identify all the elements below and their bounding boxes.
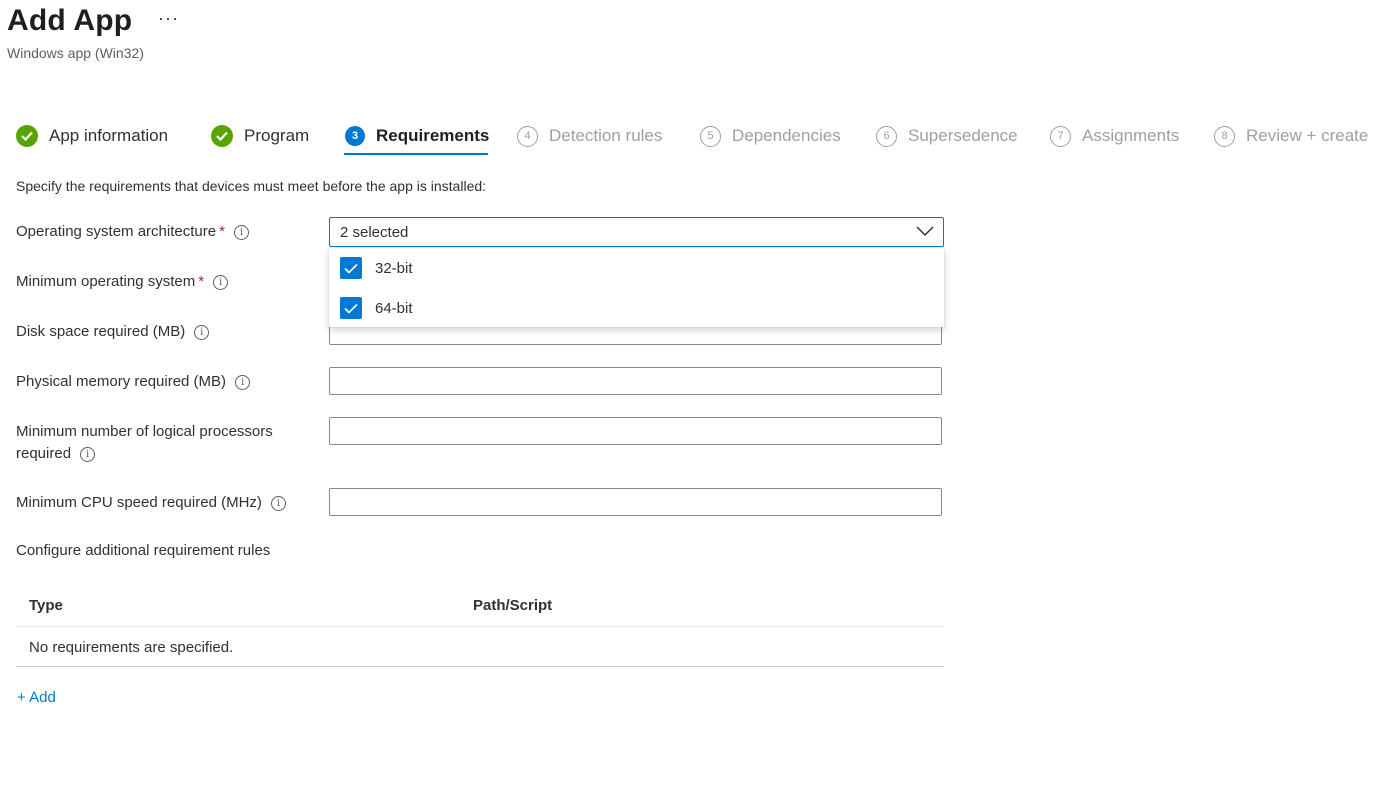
min-os-label-text: Minimum operating system <box>16 273 196 290</box>
step-assignments[interactable]: 7 Assignments <box>1050 122 1179 150</box>
info-icon[interactable]: i <box>194 325 210 340</box>
logical-processors-label-line2: required <box>16 445 72 462</box>
step-requirements[interactable]: 3 Requirements <box>345 122 489 150</box>
step-label: Review + create <box>1246 126 1369 145</box>
step-number-badge: 7 <box>1050 125 1071 147</box>
column-header-type: Type <box>29 597 63 614</box>
physical-memory-label-text: Physical memory required (MB) <box>16 373 227 390</box>
info-icon[interactable]: i <box>235 375 251 390</box>
step-review-create[interactable]: 8 Review + create <box>1214 122 1368 150</box>
more-options-button[interactable]: ··· <box>158 8 179 29</box>
page-title: Add App <box>7 4 133 37</box>
table-bottom-divider <box>16 666 944 667</box>
os-architecture-label-text: Operating system architecture <box>16 223 217 240</box>
step-label: Requirements <box>376 126 490 145</box>
cpu-speed-label: Minimum CPU speed required (MHz) i <box>16 492 286 514</box>
step-label: Assignments <box>1082 126 1180 145</box>
step-number-badge: 5 <box>700 125 721 147</box>
info-icon[interactable]: i <box>213 275 229 290</box>
form-intro-text: Specify the requirements that devices mu… <box>16 178 487 194</box>
info-icon[interactable]: i <box>233 225 249 240</box>
step-app-information[interactable]: App information <box>16 122 168 150</box>
cpu-speed-input[interactable] <box>329 488 942 516</box>
add-rule-link[interactable]: + Add <box>17 689 56 706</box>
required-marker: * <box>198 273 205 290</box>
table-header-divider <box>16 626 944 627</box>
column-header-path-script: Path/Script <box>473 597 553 614</box>
info-icon[interactable]: i <box>80 447 96 462</box>
cpu-speed-label-text: Minimum CPU speed required (MHz) <box>16 494 262 511</box>
step-label: Supersedence <box>908 126 1018 145</box>
table-empty-message: No requirements are specified. <box>29 639 234 656</box>
step-number-badge: 4 <box>517 125 538 147</box>
check-icon <box>211 125 233 147</box>
step-program[interactable]: Program <box>211 122 309 150</box>
step-supersedence[interactable]: 6 Supersedence <box>876 122 1018 150</box>
step-label: Program <box>244 126 310 145</box>
required-marker: * <box>219 223 225 240</box>
disk-space-label: Disk space required (MB) i <box>16 321 210 343</box>
step-number-badge: 6 <box>876 125 897 147</box>
os-architecture-label: Operating system architecture * i <box>16 221 249 243</box>
chevron-down-icon <box>916 224 934 243</box>
os-architecture-value: 2 selected <box>340 224 409 241</box>
step-label: Detection rules <box>549 126 663 145</box>
physical-memory-input[interactable] <box>329 367 942 395</box>
logical-processors-label: Minimum number of logical processors req… <box>16 421 273 465</box>
option-label: 32-bit <box>375 259 413 277</box>
os-architecture-dropdown[interactable]: 2 selected <box>329 217 944 247</box>
logical-processors-input[interactable] <box>329 417 942 445</box>
option-64-bit[interactable]: 64-bit <box>329 288 944 328</box>
rules-section-title: Configure additional requirement rules <box>16 542 271 559</box>
checkbox-checked-icon[interactable] <box>340 257 362 279</box>
check-icon <box>16 125 38 147</box>
step-detection-rules[interactable]: 4 Detection rules <box>517 122 662 150</box>
option-label: 64-bit <box>375 299 413 317</box>
min-os-label: Minimum operating system * i <box>16 271 229 293</box>
checkbox-checked-icon[interactable] <box>340 297 362 319</box>
step-number-badge: 3 <box>345 126 365 146</box>
logical-processors-label-line1: Minimum number of logical processors <box>16 423 273 440</box>
page-subtitle: Windows app (Win32) <box>7 45 144 61</box>
disk-space-label-text: Disk space required (MB) <box>16 323 186 340</box>
physical-memory-label: Physical memory required (MB) i <box>16 371 251 393</box>
step-label: Dependencies <box>732 126 841 145</box>
step-label: App information <box>49 126 169 145</box>
option-32-bit[interactable]: 32-bit <box>329 248 944 288</box>
step-dependencies[interactable]: 5 Dependencies <box>700 122 841 150</box>
os-architecture-menu: 32-bit 64-bit <box>329 248 944 327</box>
active-step-indicator <box>344 153 488 155</box>
info-icon[interactable]: i <box>270 496 286 511</box>
step-number-badge: 8 <box>1214 125 1235 147</box>
